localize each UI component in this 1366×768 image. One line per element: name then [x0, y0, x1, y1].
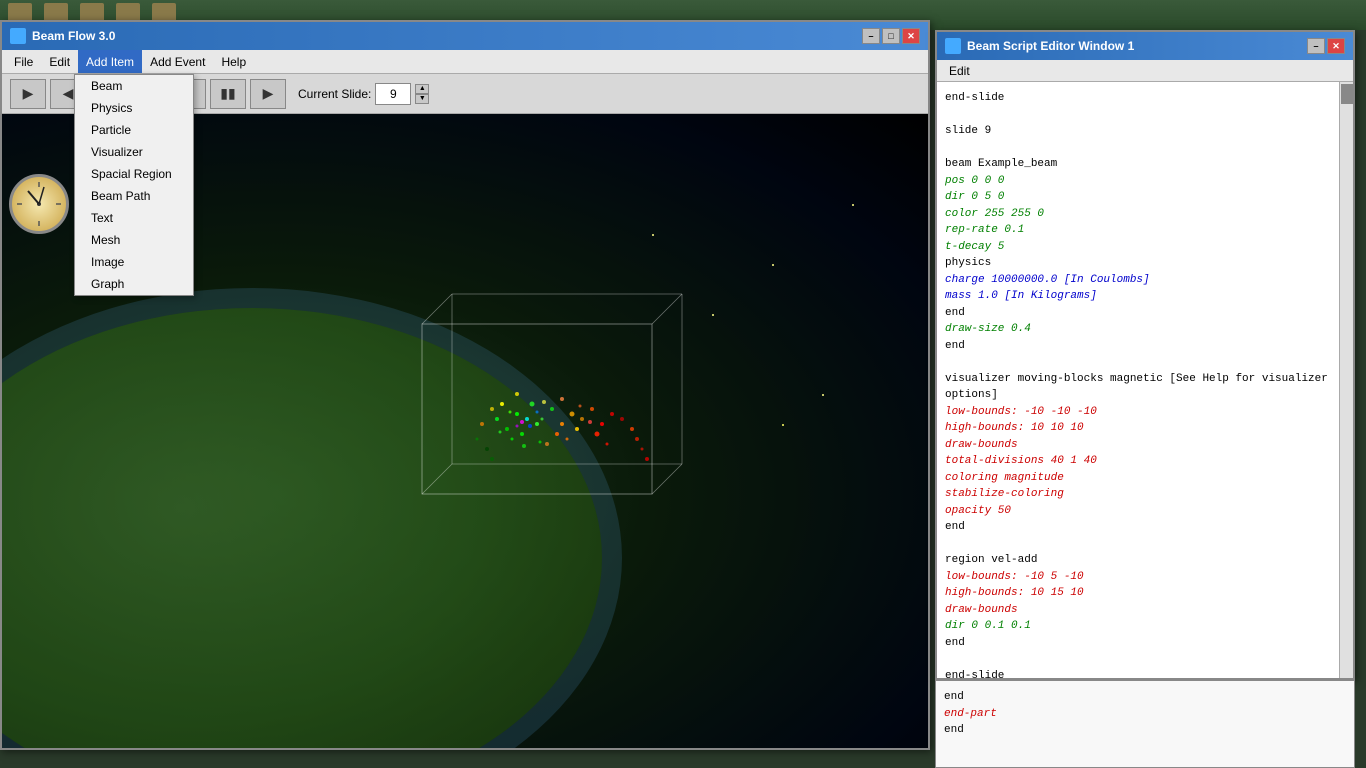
- particle-visualization: [322, 264, 702, 544]
- script-line: end: [945, 338, 1345, 355]
- play-button[interactable]: ▶: [250, 79, 286, 109]
- menu-file[interactable]: File: [6, 50, 41, 73]
- dropdown-beam-path[interactable]: Beam Path: [75, 185, 193, 207]
- script-line: [945, 536, 1345, 553]
- pause-button[interactable]: ▮▮: [210, 79, 246, 109]
- spin-down-button[interactable]: ▼: [415, 94, 429, 104]
- app-title: Beam Flow 3.0: [32, 29, 115, 43]
- script-line: low-bounds: -10 -10 -10: [945, 404, 1345, 421]
- script-line: [945, 140, 1345, 157]
- star-3: [772, 264, 774, 266]
- close-button[interactable]: ✕: [902, 28, 920, 44]
- menu-help[interactable]: Help: [213, 50, 254, 73]
- script-editor-title: Beam Script Editor Window 1: [967, 39, 1134, 53]
- star-5: [852, 204, 854, 206]
- script-line: draw-bounds: [945, 437, 1345, 454]
- script-title-bar: Beam Script Editor Window 1 – ✕: [937, 32, 1353, 60]
- script-line: end-slide: [945, 90, 1345, 107]
- window-controls: – □ ✕: [862, 28, 920, 44]
- select-tool-button[interactable]: ▶: [10, 79, 46, 109]
- script-line: opacity 50: [945, 503, 1345, 520]
- dropdown-physics[interactable]: Physics: [75, 97, 193, 119]
- menu-edit[interactable]: Edit: [41, 50, 78, 73]
- script-menu-edit[interactable]: Edit: [941, 60, 978, 81]
- script-content[interactable]: end-slide slide 9 beam Example_beam pos …: [937, 82, 1353, 678]
- script-line: low-bounds: -10 5 -10: [945, 569, 1345, 586]
- bottom-editor-line: end-part: [944, 706, 1346, 723]
- menu-add-item[interactable]: Add Item: [78, 50, 142, 73]
- add-item-dropdown: Beam Physics Particle Visualizer Spacial…: [74, 74, 194, 296]
- script-line: high-bounds: 10 10 10: [945, 420, 1345, 437]
- script-line: t-decay 5: [945, 239, 1345, 256]
- bottom-editor-line: end: [944, 722, 1346, 739]
- app-title-bar: Beam Flow 3.0 – □ ✕: [2, 22, 928, 50]
- star-6: [782, 424, 784, 426]
- script-line: end: [945, 519, 1345, 536]
- clock-widget: [4, 169, 74, 239]
- script-line: dir 0 0.1 0.1: [945, 618, 1345, 635]
- spin-up-button[interactable]: ▲: [415, 84, 429, 94]
- script-line: draw-size 0.4: [945, 321, 1345, 338]
- script-line: stabilize-coloring: [945, 486, 1345, 503]
- menu-bar: File Edit Add Item Add Event Help: [2, 50, 928, 74]
- script-line: draw-bounds: [945, 602, 1345, 619]
- script-line: high-bounds: 10 15 10: [945, 585, 1345, 602]
- star-2: [712, 314, 714, 316]
- main-app-window: Beam Flow 3.0 – □ ✕ File Edit Add Item A…: [0, 20, 930, 750]
- minimize-button[interactable]: –: [862, 28, 880, 44]
- script-line: [945, 107, 1345, 124]
- clock-face: [9, 174, 69, 234]
- script-line: charge 10000000.0 [In Coulombs]: [945, 272, 1345, 289]
- bottom-editor: endend-partend: [935, 680, 1355, 768]
- script-line: color 255 255 0: [945, 206, 1345, 223]
- script-line: physics: [945, 255, 1345, 272]
- script-close-button[interactable]: ✕: [1327, 38, 1345, 54]
- script-line: [945, 651, 1345, 668]
- scroll-thumb[interactable]: [1341, 84, 1353, 104]
- script-line: end-slide: [945, 668, 1345, 679]
- bottom-editor-line: end: [944, 689, 1346, 706]
- slide-number-input[interactable]: [375, 83, 411, 105]
- script-menu-bar: Edit: [937, 60, 1353, 82]
- dropdown-visualizer[interactable]: Visualizer: [75, 141, 193, 163]
- script-line: dir 0 5 0: [945, 189, 1345, 206]
- script-line: mass 1.0 [In Kilograms]: [945, 288, 1345, 305]
- maximize-button[interactable]: □: [882, 28, 900, 44]
- dropdown-image[interactable]: Image: [75, 251, 193, 273]
- slide-spinner: ▲ ▼: [415, 84, 429, 104]
- script-line: coloring magnitude: [945, 470, 1345, 487]
- menu-add-event[interactable]: Add Event: [142, 50, 213, 73]
- dropdown-particle[interactable]: Particle: [75, 119, 193, 141]
- dropdown-graph[interactable]: Graph: [75, 273, 193, 295]
- app-icon: [10, 28, 26, 44]
- script-line: beam Example_beam: [945, 156, 1345, 173]
- script-line: region vel-add: [945, 552, 1345, 569]
- script-line: end: [945, 635, 1345, 652]
- star-1: [652, 234, 654, 236]
- dropdown-beam[interactable]: Beam: [75, 75, 193, 97]
- script-scrollbar[interactable]: [1339, 82, 1353, 678]
- script-minimize-button[interactable]: –: [1307, 38, 1325, 54]
- script-editor-window: Beam Script Editor Window 1 – ✕ Edit end…: [935, 30, 1355, 680]
- current-slide-label: Current Slide:: [298, 87, 371, 101]
- script-line: rep-rate 0.1: [945, 222, 1345, 239]
- dropdown-text[interactable]: Text: [75, 207, 193, 229]
- script-line: visualizer moving-blocks magnetic [See H…: [945, 371, 1345, 404]
- script-line: end: [945, 305, 1345, 322]
- script-line: pos 0 0 0: [945, 173, 1345, 190]
- dropdown-spacial-region[interactable]: Spacial Region: [75, 163, 193, 185]
- script-window-icon: [945, 38, 961, 54]
- star-4: [822, 394, 824, 396]
- script-line: [945, 354, 1345, 371]
- script-window-controls: – ✕: [1307, 38, 1345, 54]
- script-line: total-divisions 40 1 40: [945, 453, 1345, 470]
- dropdown-mesh[interactable]: Mesh: [75, 229, 193, 251]
- script-line: slide 9: [945, 123, 1345, 140]
